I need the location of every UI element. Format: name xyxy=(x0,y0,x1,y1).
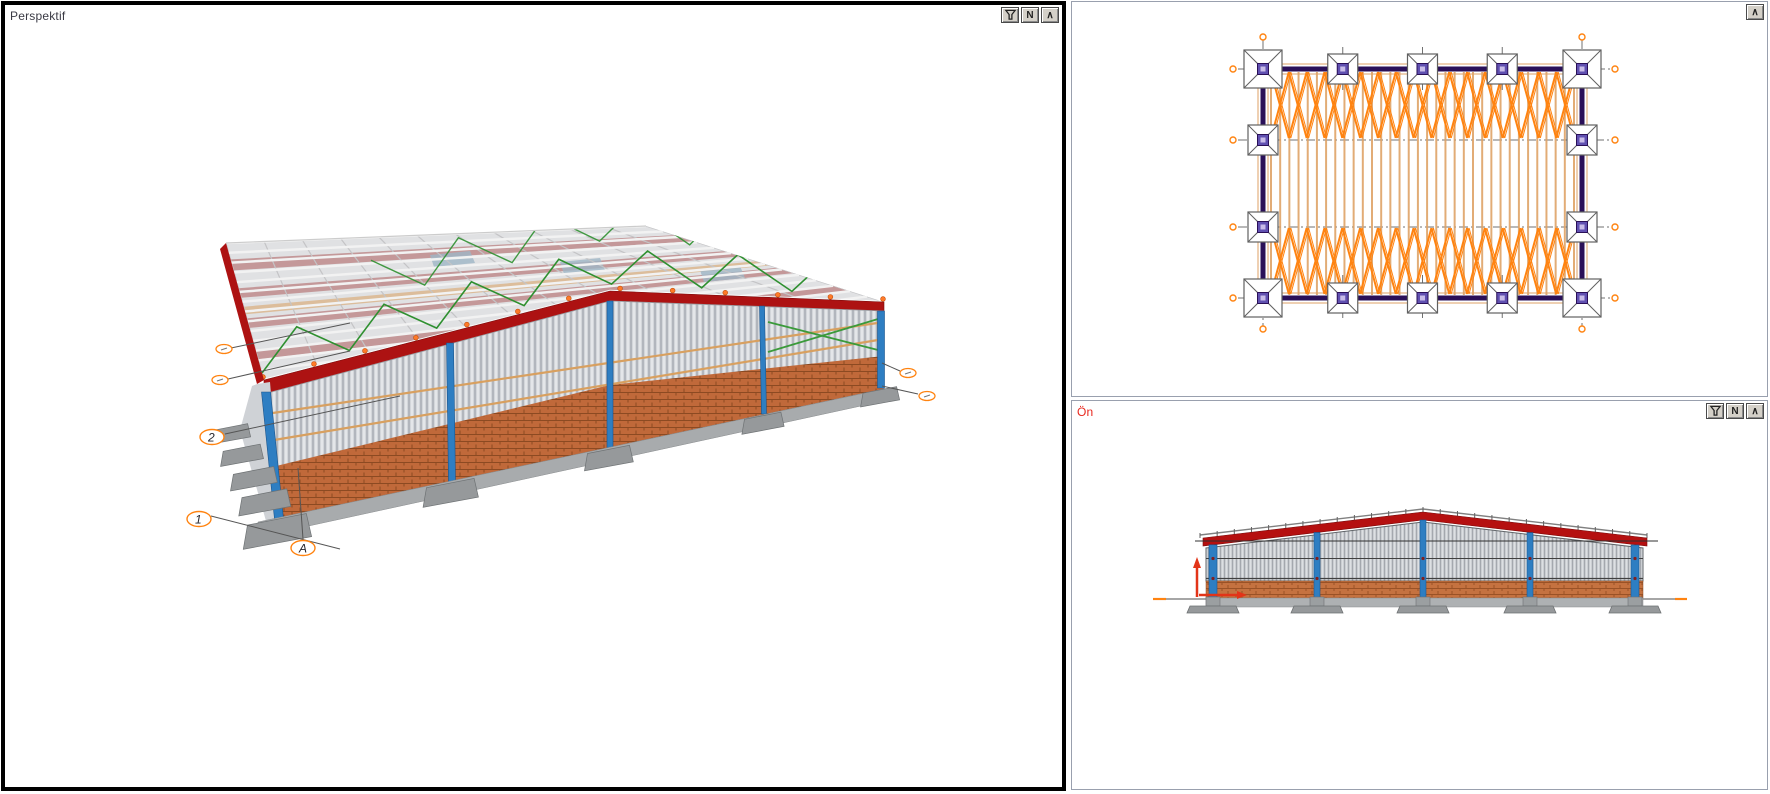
axis-bubble-label: 2 xyxy=(207,431,215,445)
zoom-view-button[interactable]: ∧ xyxy=(1746,403,1764,419)
plan-2d-scene[interactable] xyxy=(1071,1,1768,397)
front-elevation-drawing xyxy=(1153,507,1687,613)
viewport-controls: N ∧ xyxy=(1001,7,1059,23)
filter-view-button[interactable] xyxy=(1706,403,1724,419)
funnel-icon xyxy=(1709,405,1722,417)
viewport-perspective[interactable]: 2 1 A Perspektif N ∧ xyxy=(1,1,1066,791)
zoom-view-button[interactable]: ∧ xyxy=(1041,7,1059,23)
perspective-3d-scene[interactable]: 2 1 A xyxy=(1,1,1066,791)
funnel-icon xyxy=(1004,9,1017,21)
normal-view-button[interactable]: N xyxy=(1726,403,1744,419)
front-elevation-scene[interactable] xyxy=(1071,400,1768,790)
normal-view-button[interactable]: N xyxy=(1021,7,1039,23)
viewport-title: Ön xyxy=(1077,405,1093,419)
viewport-controls: ∧ xyxy=(1746,4,1764,20)
axis-bubble-label: A xyxy=(298,542,307,556)
viewport-title: Perspektif xyxy=(10,9,65,23)
viewport-plan[interactable]: ∧ xyxy=(1071,1,1768,397)
axis-bubble-label: 1 xyxy=(195,513,202,527)
viewport-controls: N ∧ xyxy=(1706,403,1764,419)
zoom-view-button[interactable]: ∧ xyxy=(1746,4,1764,20)
filter-view-button[interactable] xyxy=(1001,7,1019,23)
cad-workspace: { "viewports": { "perspective": { "title… xyxy=(0,0,1770,794)
viewport-front-elevation[interactable]: Ön N ∧ xyxy=(1071,400,1768,790)
